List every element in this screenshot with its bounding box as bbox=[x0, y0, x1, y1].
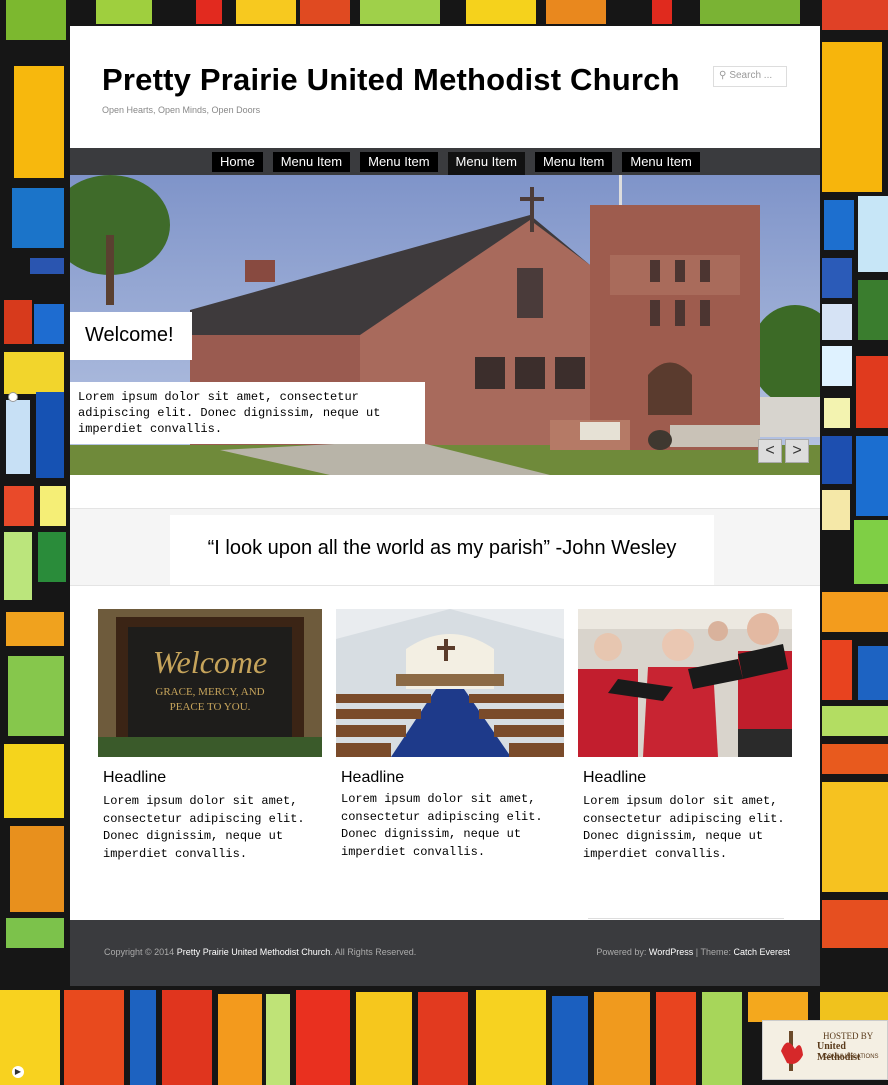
hosted-by-badge[interactable]: HOSTED BY United Methodist COMMUNICATION… bbox=[762, 1020, 888, 1080]
main-navigation: Home Menu Item Menu Item Menu Item Menu … bbox=[70, 148, 820, 175]
page-container: Pretty Prairie United Methodist Church O… bbox=[70, 26, 820, 986]
hosted-by-line1: HOSTED BY bbox=[823, 1031, 874, 1041]
sign-welcome-text: Welcome bbox=[153, 644, 267, 680]
search-icon: ⚲ bbox=[719, 70, 727, 81]
feature-column-1: Welcome GRACE, MERCY, AND PEACE TO YOU. … bbox=[98, 609, 322, 863]
choir-image[interactable] bbox=[578, 609, 792, 757]
search-input[interactable]: ⚲ Search ... bbox=[713, 66, 787, 87]
nav-item-home[interactable]: Home bbox=[212, 152, 263, 172]
column-3-text: Lorem ipsum dolor sit amet, consectetur … bbox=[583, 794, 785, 861]
sanctuary-photo bbox=[336, 609, 564, 757]
column-1-text: Lorem ipsum dolor sit amet, consectetur … bbox=[103, 794, 305, 861]
site-tagline: Open Hearts, Open Minds, Open Doors bbox=[102, 105, 261, 115]
sanctuary-image[interactable] bbox=[336, 609, 564, 757]
nav-item-menu-2[interactable]: Menu Item bbox=[360, 152, 438, 172]
theme-prefix: | Theme: bbox=[693, 947, 734, 957]
column-2-text: Lorem ipsum dolor sit amet, consectetur … bbox=[341, 792, 543, 859]
nav-item-menu-1[interactable]: Menu Item bbox=[272, 152, 351, 172]
site-footer: Copyright © 2014 Pretty Prairie United M… bbox=[70, 920, 820, 986]
nav-item-menu-5[interactable]: Menu Item bbox=[622, 152, 700, 172]
play-icon[interactable]: ▶ bbox=[12, 1066, 24, 1078]
menu-bar: Home Menu Item Menu Item Menu Item Menu … bbox=[212, 152, 700, 175]
wordpress-link[interactable]: WordPress bbox=[649, 947, 693, 957]
theme-link[interactable]: Catch Everest bbox=[733, 947, 790, 957]
sign-line-2: GRACE, MERCY, AND bbox=[155, 686, 264, 698]
quote-section: “I look upon all the world as my parish”… bbox=[70, 508, 820, 586]
column-2-headline[interactable]: Headline bbox=[336, 769, 564, 787]
wesley-quote: “I look upon all the world as my parish”… bbox=[170, 515, 714, 585]
powered-by-text: Powered by: WordPress | Theme: Catch Eve… bbox=[596, 947, 790, 957]
slide-excerpt: Lorem ipsum dolor sit amet, consectetur … bbox=[70, 382, 425, 444]
feature-column-3: Headline Lorem ipsum dolor sit amet, con… bbox=[578, 609, 792, 863]
hosted-by-line3: COMMUNICATIONS bbox=[823, 1054, 879, 1060]
choir-photo bbox=[578, 609, 792, 757]
site-header: Pretty Prairie United Methodist Church O… bbox=[70, 26, 820, 148]
sign-line-3: PEACE TO YOU. bbox=[170, 701, 251, 713]
slider-prev-button[interactable]: < bbox=[758, 439, 782, 463]
site-title[interactable]: Pretty Prairie United Methodist Church bbox=[102, 62, 680, 98]
side-dot-icon[interactable] bbox=[8, 392, 18, 402]
powered-prefix: Powered by: bbox=[596, 947, 649, 957]
nav-item-menu-3[interactable]: Menu Item bbox=[447, 152, 525, 175]
slider-next-button[interactable]: > bbox=[785, 439, 809, 463]
column-3-headline[interactable]: Headline bbox=[578, 769, 792, 787]
copyright-suffix: . All Rights Reserved. bbox=[330, 947, 417, 957]
search-placeholder: Search ... bbox=[729, 70, 773, 81]
cross-and-flame-icon bbox=[781, 1031, 803, 1071]
footer-divider bbox=[588, 918, 784, 919]
feature-column-2: Headline Lorem ipsum dolor sit amet, con… bbox=[336, 609, 564, 861]
featured-slider: Welcome! Lorem ipsum dolor sit amet, con… bbox=[70, 175, 820, 475]
copyright-text: Copyright © 2014 Pretty Prairie United M… bbox=[104, 947, 416, 957]
welcome-sign-photo: Welcome GRACE, MERCY, AND PEACE TO YOU. bbox=[98, 609, 322, 757]
copyright-site-link[interactable]: Pretty Prairie United Methodist Church bbox=[177, 947, 331, 957]
column-1-headline[interactable]: Headline bbox=[98, 769, 322, 787]
copyright-prefix: Copyright © 2014 bbox=[104, 947, 177, 957]
slide-heading: Welcome! bbox=[70, 312, 192, 360]
welcome-sign-image[interactable]: Welcome GRACE, MERCY, AND PEACE TO YOU. bbox=[98, 609, 322, 757]
nav-item-menu-4[interactable]: Menu Item bbox=[534, 152, 613, 172]
